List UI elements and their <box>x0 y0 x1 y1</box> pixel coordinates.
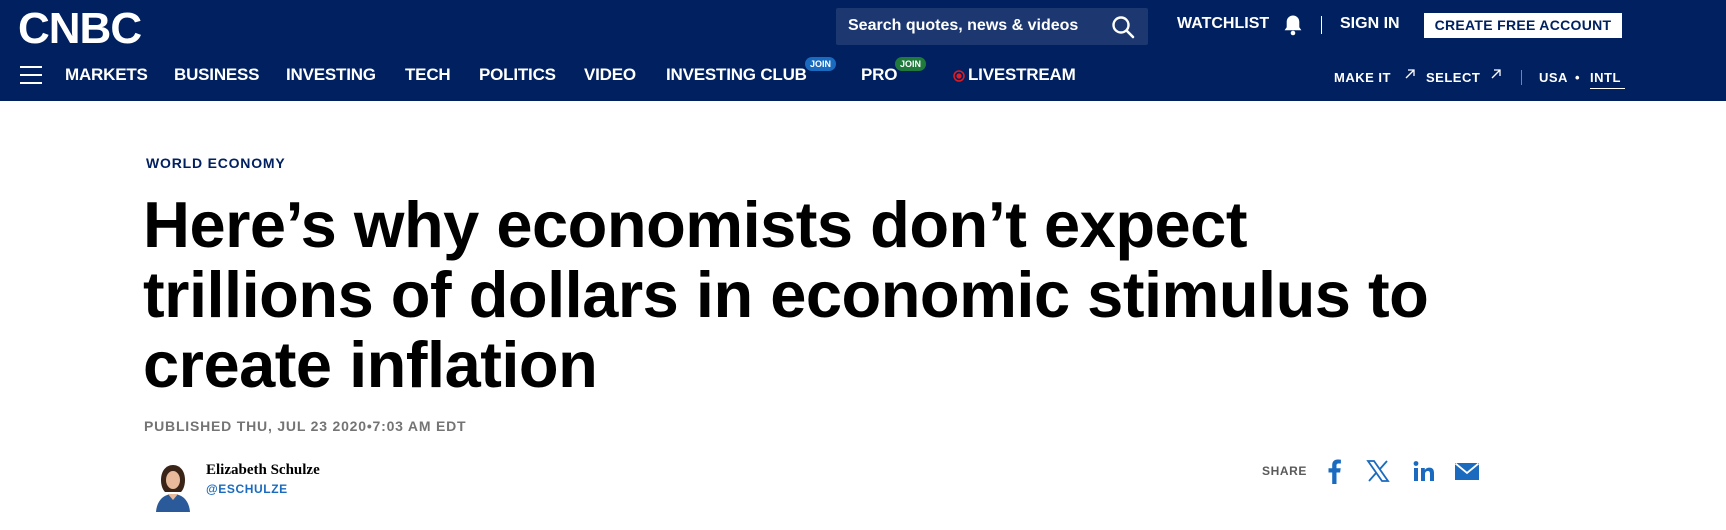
search-placeholder: Search quotes, news & videos <box>848 17 1079 34</box>
nav-livestream[interactable]: LIVESTREAM <box>968 65 1076 85</box>
menu-icon[interactable] <box>20 66 42 84</box>
nav-business[interactable]: BUSINESS <box>174 65 260 85</box>
article-headline: Here’s why economists don’t expect trill… <box>143 188 1429 401</box>
search-box[interactable]: Search quotes, news & videos <box>836 8 1148 45</box>
nav-divider <box>1521 70 1522 85</box>
author-name[interactable]: Elizabeth Schulze <box>206 462 320 479</box>
x-icon[interactable] <box>1366 458 1390 484</box>
author-handle[interactable]: @ESCHULZE <box>206 482 288 496</box>
published-date: PUBLISHED THU, JUL 23 2020•7:03 AM EDT <box>144 418 467 434</box>
edition-intl[interactable]: INTL <box>1590 70 1621 85</box>
edition-separator: • <box>1575 70 1581 85</box>
author-avatar[interactable] <box>146 458 200 512</box>
nav-video[interactable]: VIDEO <box>584 65 636 85</box>
email-icon[interactable] <box>1454 458 1480 484</box>
external-arrow-icon <box>1491 69 1501 79</box>
search-icon[interactable] <box>1110 14 1136 40</box>
nav-markets[interactable]: MARKETS <box>65 65 148 85</box>
header-divider <box>1321 16 1322 34</box>
top-header: CNBC Search quotes, news & videos WATCHL… <box>0 0 1726 101</box>
share-label: SHARE <box>1262 464 1308 478</box>
live-indicator-icon <box>953 70 965 82</box>
nav-tech[interactable]: TECH <box>405 65 451 85</box>
watchlist-link[interactable]: WATCHLIST <box>1177 15 1269 33</box>
cnbc-logo[interactable]: CNBC <box>18 4 142 54</box>
nav-investing[interactable]: INVESTING <box>286 65 376 85</box>
article-section-kicker[interactable]: WORLD ECONOMY <box>146 155 286 171</box>
pro-join-badge[interactable]: JOIN <box>895 57 926 71</box>
edition-usa[interactable]: USA <box>1539 70 1568 85</box>
create-account-button[interactable]: CREATE FREE ACCOUNT <box>1424 13 1622 38</box>
nav-pro[interactable]: PRO <box>861 65 897 85</box>
linkedin-icon[interactable] <box>1413 458 1435 484</box>
logo-text: CNBC <box>18 4 142 53</box>
facebook-icon[interactable] <box>1326 458 1342 484</box>
investing-club-join-badge[interactable]: JOIN <box>805 57 836 71</box>
make-it-link[interactable]: MAKE IT <box>1334 70 1391 85</box>
select-link[interactable]: SELECT <box>1426 70 1480 85</box>
nav-politics[interactable]: POLITICS <box>479 65 556 85</box>
edition-intl-underline <box>1590 88 1625 89</box>
external-arrow-icon <box>1405 69 1415 79</box>
sign-in-link[interactable]: SIGN IN <box>1340 15 1400 33</box>
nav-investing-club[interactable]: INVESTING CLUB <box>666 65 807 85</box>
bell-icon[interactable] <box>1281 13 1305 37</box>
